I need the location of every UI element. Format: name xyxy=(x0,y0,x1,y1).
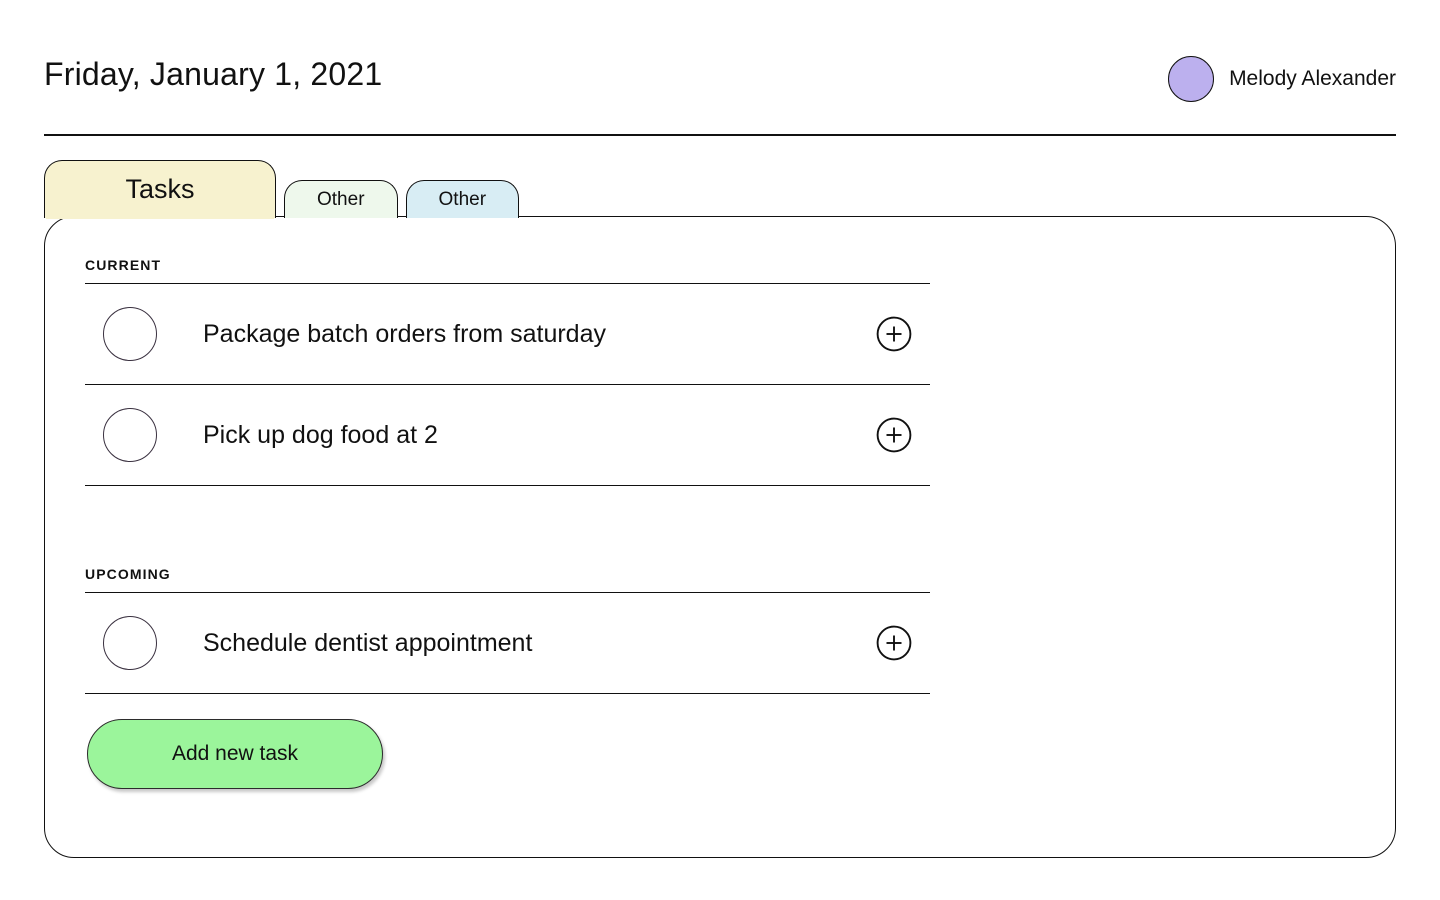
task-label: Pick up dog food at 2 xyxy=(203,420,438,449)
tab-other-2[interactable]: Other xyxy=(405,180,520,218)
task-checkbox[interactable] xyxy=(103,616,157,670)
avatar xyxy=(1168,56,1215,102)
plus-circle-icon[interactable] xyxy=(876,316,912,352)
app-root: Friday, January 1, 2021 Melody Alexander… xyxy=(0,0,1440,900)
table-row[interactable]: Schedule dentist appointment xyxy=(85,593,930,694)
task-label: Schedule dentist appointment xyxy=(203,628,533,657)
tasks-panel: CURRENT Package batch orders from saturd… xyxy=(44,216,1396,858)
tab-other-1[interactable]: Other xyxy=(284,180,398,218)
task-label: Package batch orders from saturday xyxy=(203,319,606,348)
task-checkbox[interactable] xyxy=(103,307,157,361)
add-new-task-label: Add new task xyxy=(171,742,299,765)
tab-tasks-label: Tasks xyxy=(125,174,195,204)
tab-other-1-label: Other xyxy=(317,188,365,210)
plus-circle-icon[interactable] xyxy=(876,625,912,661)
user-name-label: Melody Alexander xyxy=(1229,67,1396,90)
add-new-task-button[interactable]: Add new task xyxy=(87,719,383,789)
user-profile[interactable]: Melody Alexander xyxy=(1168,40,1396,102)
tasks-panel-content: CURRENT Package batch orders from saturd… xyxy=(85,257,930,789)
task-checkbox[interactable] xyxy=(103,408,157,462)
table-row[interactable]: Pick up dog food at 2 xyxy=(85,385,930,486)
plus-circle-icon[interactable] xyxy=(876,417,912,453)
section-header-upcoming: UPCOMING xyxy=(85,566,930,593)
section-header-current: CURRENT xyxy=(85,257,930,284)
page-header: Friday, January 1, 2021 Melody Alexander xyxy=(44,40,1396,136)
page-title: Friday, January 1, 2021 xyxy=(44,56,383,92)
tab-bar: Tasks Other Other xyxy=(44,160,520,218)
tab-tasks[interactable]: Tasks xyxy=(44,160,276,218)
table-row[interactable]: Package batch orders from saturday xyxy=(85,284,930,385)
active-tab-merge xyxy=(45,215,274,219)
tab-other-2-label: Other xyxy=(438,188,487,210)
